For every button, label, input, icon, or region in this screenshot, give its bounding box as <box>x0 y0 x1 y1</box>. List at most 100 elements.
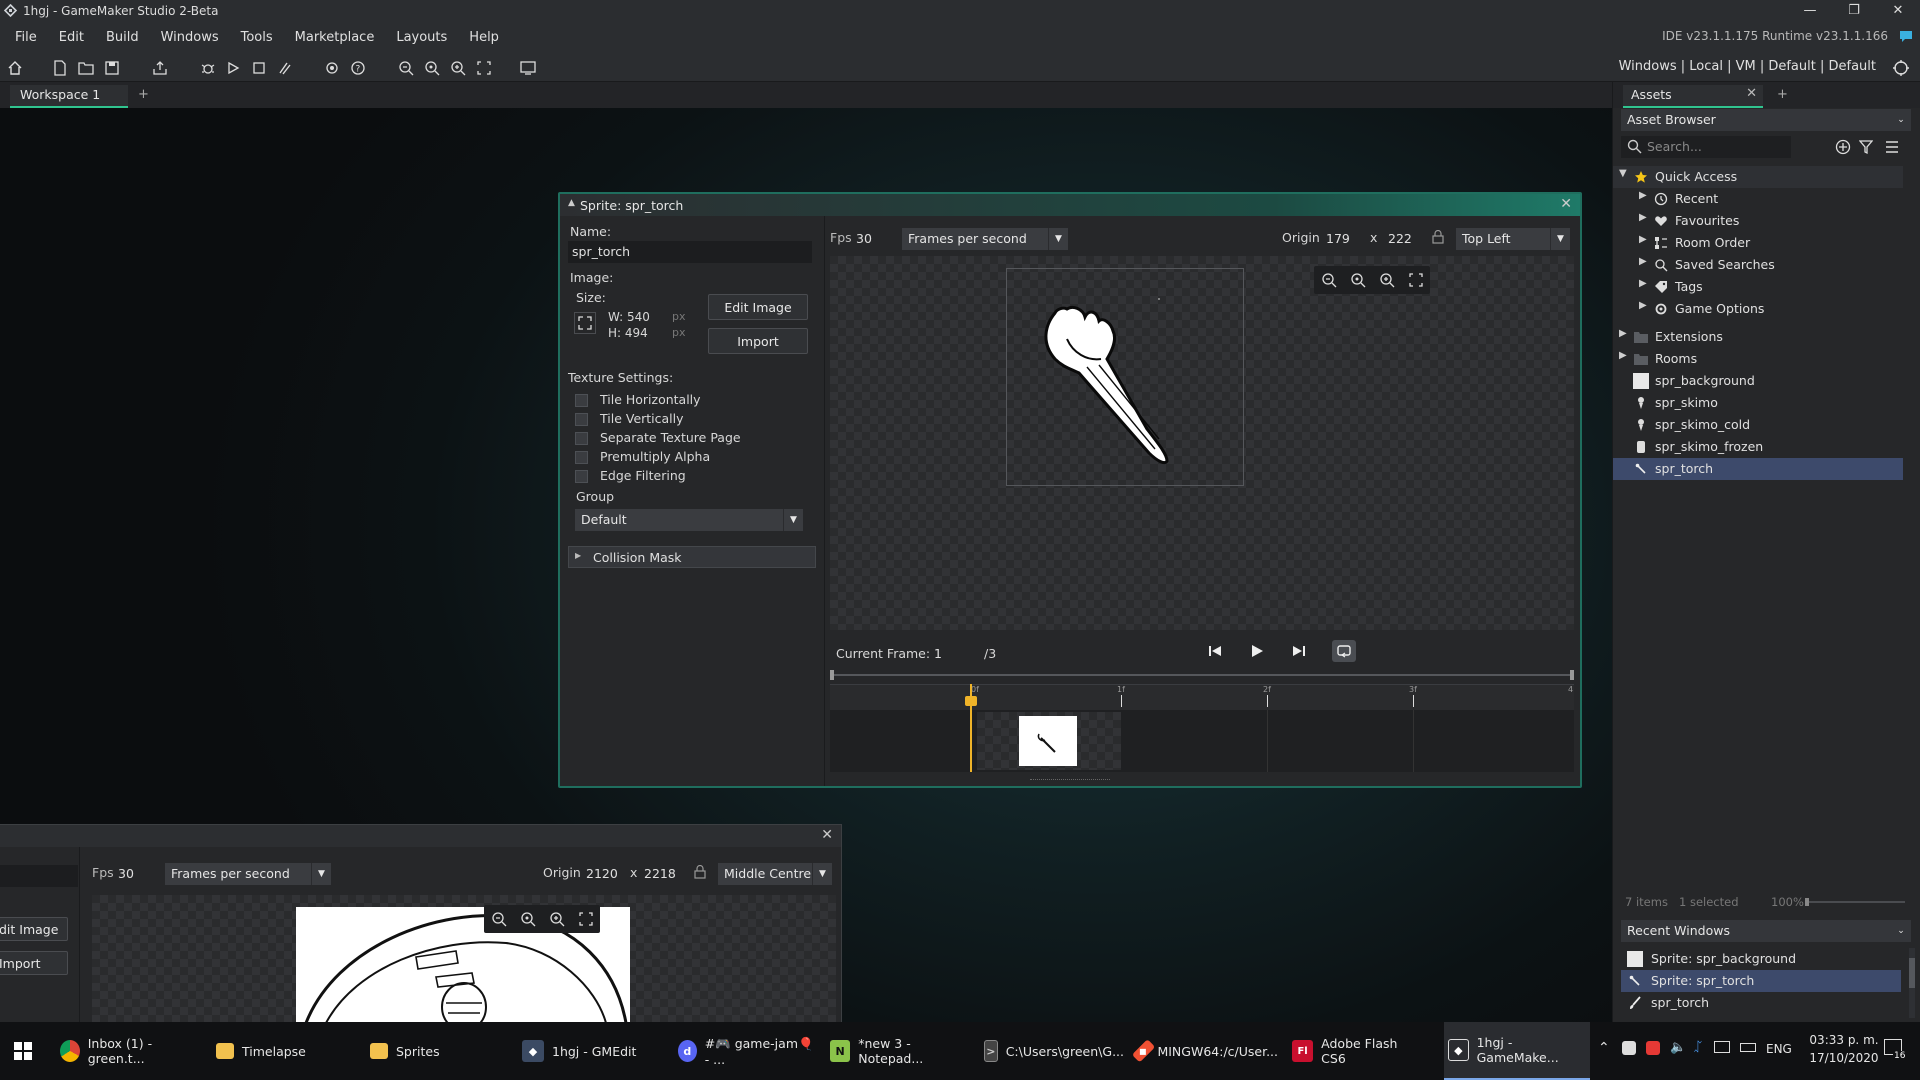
add-asset-icon[interactable] <box>1835 139 1851 155</box>
restore-icon[interactable]: ❐ <box>1832 0 1876 21</box>
resize-grip[interactable] <box>1030 778 1110 782</box>
fps-mode-dropdown[interactable]: Frames per second ▼ <box>165 863 331 885</box>
fps-input[interactable]: 30 <box>114 863 154 883</box>
close-icon[interactable]: ✕ <box>1560 196 1572 212</box>
target-selector[interactable]: Windows | Local | VM | Default | Default <box>1619 59 1876 74</box>
tree-item-room-order[interactable]: ▶ Room Order <box>1613 232 1903 254</box>
run-icon[interactable] <box>223 58 243 78</box>
menu-build[interactable]: Build <box>95 30 150 45</box>
checkbox-tile-vertically[interactable]: Tile Vertically <box>560 411 800 429</box>
sprite-editor-header[interactable]: ▲ Sprite: spr_torch ✕ <box>560 194 1580 216</box>
play-icon[interactable] <box>1250 644 1264 658</box>
fit-window-icon[interactable] <box>474 58 494 78</box>
taskbar-item-gmedit[interactable]: ◆ 1hgj - GMEdit <box>522 1022 662 1080</box>
taskbar-item-mingw[interactable]: ◆ MINGW64:/c/User... <box>1131 1022 1278 1080</box>
taskbar-item-timelapse[interactable]: Timelapse <box>216 1022 336 1080</box>
tree-item-spr-torch[interactable]: spr_torch <box>1613 458 1903 480</box>
zoom-in-icon[interactable] <box>448 58 468 78</box>
save-icon[interactable] <box>102 58 122 78</box>
checkbox-box[interactable] <box>575 394 588 407</box>
origin-x-input[interactable]: 2120 <box>582 863 622 883</box>
timeline-frames[interactable] <box>830 710 1574 772</box>
tree-item-spr-skimo-cold[interactable]: spr_skimo_cold <box>1613 414 1903 436</box>
export-icon[interactable] <box>150 58 170 78</box>
origin-preset-dropdown[interactable]: Top Left ▼ <box>1456 228 1570 250</box>
menu-marketplace[interactable]: Marketplace <box>284 30 386 45</box>
add-tab-icon[interactable]: + <box>1777 87 1788 102</box>
checkbox-box[interactable] <box>575 451 588 464</box>
menu-file[interactable]: File <box>4 30 48 45</box>
tab-assets[interactable]: Assets ✕ <box>1623 85 1763 108</box>
origin-preset-dropdown[interactable]: Middle Centre ▼ <box>718 863 832 885</box>
group-dropdown[interactable]: Default ▼ <box>575 509 803 531</box>
zoom-reset-icon[interactable] <box>513 905 542 933</box>
frame-thumbnail-slot[interactable] <box>977 712 1121 770</box>
clock-time[interactable]: 03:33 p. m. <box>1804 1033 1884 1047</box>
asset-browser-dropdown[interactable]: Asset Browser ⌄ <box>1621 109 1911 131</box>
tree-item-spr-skimo[interactable]: spr_skimo <box>1613 392 1903 414</box>
minimize-icon[interactable]: — <box>1788 0 1832 21</box>
recent-item-spr-background[interactable]: Sprite: spr_background <box>1621 948 1901 970</box>
battery-icon[interactable] <box>1740 1043 1756 1052</box>
clean-icon[interactable] <box>275 58 295 78</box>
checkbox-box[interactable] <box>575 432 588 445</box>
new-project-icon[interactable] <box>50 58 70 78</box>
skip-to-start-icon[interactable] <box>1208 644 1222 658</box>
tray-app-icon[interactable] <box>1622 1041 1636 1055</box>
tree-item-spr-skimo-frozen[interactable]: spr_skimo_frozen <box>1613 436 1903 458</box>
name-field[interactable]: spr_torch <box>568 241 812 263</box>
tree-item-quick-access[interactable]: ▼ Quick Access <box>1613 166 1903 188</box>
taskbar-item-gamemaker[interactable]: ◆ 1hgj - GameMake... <box>1444 1022 1590 1080</box>
filter-icon[interactable] <box>1859 139 1873 155</box>
sprite-canvas[interactable] <box>830 256 1574 630</box>
playhead-handle[interactable] <box>965 696 977 706</box>
network-icon[interactable] <box>1714 1041 1730 1053</box>
frame-thumbnail[interactable] <box>1019 716 1077 766</box>
close-icon[interactable]: ✕ <box>821 827 833 843</box>
zoom-out-icon[interactable] <box>396 58 416 78</box>
tree-item-extensions[interactable]: ▶ Extensions <box>1613 326 1903 348</box>
import-button[interactable]: Import <box>708 328 808 354</box>
taskbar-item-sprites[interactable]: Sprites <box>370 1022 470 1080</box>
taskbar-item-chrome[interactable]: Inbox (1) - green.t... <box>60 1022 200 1080</box>
menu-edit[interactable]: Edit <box>48 30 95 45</box>
origin-x-input[interactable]: 179 <box>1322 228 1362 248</box>
fit-canvas-icon[interactable] <box>1401 266 1430 294</box>
tab-workspace-1[interactable]: Workspace 1 <box>10 85 128 108</box>
recent-scrollbar[interactable] <box>1909 948 1915 1018</box>
search-box[interactable]: Search... <box>1621 136 1791 158</box>
checkbox-tile-horizontally[interactable]: Tile Horizontally <box>560 392 800 410</box>
tray-overflow-icon[interactable]: ⌃ <box>1598 1040 1610 1056</box>
tray-game-icon[interactable] <box>1646 1041 1660 1055</box>
origin-y-input[interactable]: 2218 <box>640 863 680 883</box>
name-field[interactable] <box>0 865 78 887</box>
edit-image-button[interactable]: dit Image <box>0 917 68 941</box>
tree-item-rooms[interactable]: ▶ Rooms <box>1613 348 1903 370</box>
timeline-ruler[interactable]: 0f 1f 2f 3f 4 <box>830 684 1574 710</box>
stop-icon[interactable] <box>249 58 269 78</box>
checkbox-premultiply-alpha[interactable]: Premultiply Alpha <box>560 449 800 467</box>
windows-start-icon[interactable] <box>14 1042 32 1060</box>
settings-icon[interactable] <box>322 58 342 78</box>
sprite-editor-header[interactable]: ✕ <box>0 825 841 847</box>
checkbox-box[interactable] <box>575 413 588 426</box>
recent-windows-dropdown[interactable]: Recent Windows ⌄ <box>1621 920 1911 942</box>
fit-canvas-icon[interactable] <box>571 905 600 933</box>
checkbox-edge-filtering[interactable]: Edge Filtering <box>560 468 800 486</box>
asset-zoom-slider[interactable] <box>1805 898 1905 906</box>
origin-y-input[interactable]: 222 <box>1384 228 1424 248</box>
search-input[interactable]: Search... <box>1647 139 1702 154</box>
timeline-range-slider[interactable] <box>830 670 1574 680</box>
checkbox-separate-texture-page[interactable]: Separate Texture Page <box>560 430 800 448</box>
tree-item-favourites[interactable]: ▶ Favourites <box>1613 210 1903 232</box>
close-icon[interactable]: ✕ <box>1876 0 1920 21</box>
collapse-icon[interactable]: ▲ <box>568 198 575 208</box>
taskbar-item-notepad[interactable]: N *new 3 - Notepad... <box>830 1022 970 1080</box>
recent-item-spr-torch-editor[interactable]: spr_torch <box>1621 992 1901 1014</box>
checkbox-box[interactable] <box>575 470 588 483</box>
menu-windows[interactable]: Windows <box>150 30 230 45</box>
clock-date[interactable]: 17/10/2020 <box>1804 1051 1884 1065</box>
bluetooth-icon[interactable]: ᛢ <box>1694 1040 1702 1055</box>
edit-image-button[interactable]: Edit Image <box>708 294 808 320</box>
recent-item-spr-torch[interactable]: Sprite: spr_torch <box>1621 970 1901 992</box>
